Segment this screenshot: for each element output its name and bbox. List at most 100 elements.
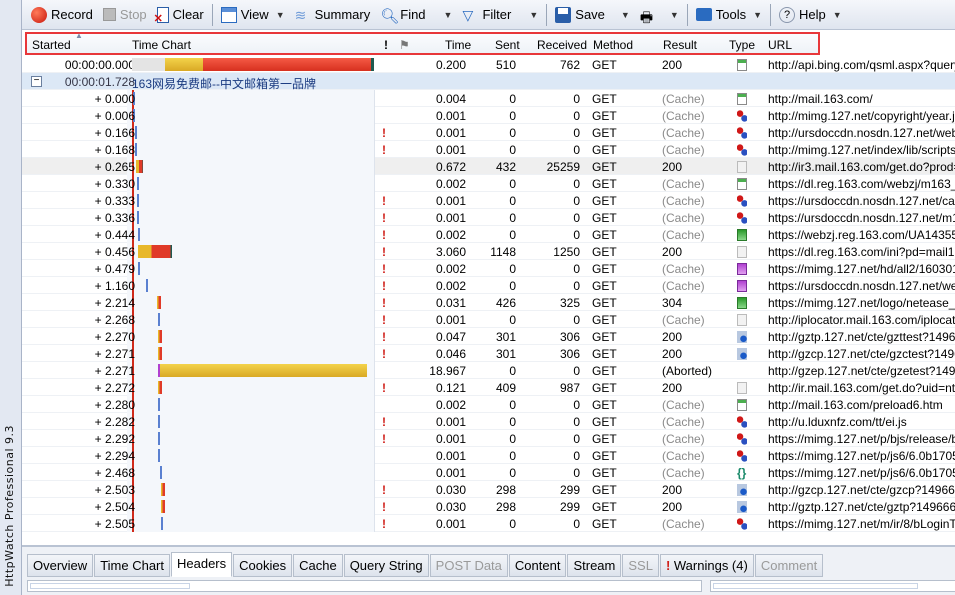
table-row[interactable]: + 0.444 ! 0.002 0 0 GET (Cache) https://… bbox=[22, 226, 955, 243]
warning-icon[interactable]: ! bbox=[382, 296, 386, 310]
col-type[interactable]: Type bbox=[729, 38, 755, 52]
tab-time-chart[interactable]: Time Chart bbox=[94, 554, 170, 577]
table-row[interactable]: + 0.265 0.672 432 25259 GET 200 http://i… bbox=[22, 158, 955, 175]
col-warnings[interactable]: ! bbox=[384, 38, 388, 52]
timing-bar bbox=[158, 449, 161, 462]
tab-stream[interactable]: Stream bbox=[567, 554, 622, 577]
record-button[interactable]: Record bbox=[26, 3, 98, 27]
scroll-thumb[interactable] bbox=[30, 583, 190, 589]
table-row[interactable]: + 0.479 ! 0.002 0 0 GET (Cache) https://… bbox=[22, 260, 955, 277]
tab-cache[interactable]: Cache bbox=[293, 554, 343, 577]
print-menu[interactable]: 🖶 ▼ bbox=[635, 3, 684, 27]
table-row[interactable]: + 2.270 ! 0.047 301 306 GET 200 http://g… bbox=[22, 328, 955, 345]
warning-icon[interactable]: ! bbox=[382, 143, 386, 157]
summary-button[interactable]: ≋ Summary bbox=[290, 3, 376, 27]
table-row[interactable]: + 2.504 ! 0.030 298 299 GET 200 http://g… bbox=[22, 498, 955, 515]
table-row[interactable]: + 2.505 ! 0.001 0 0 GET (Cache) https://… bbox=[22, 515, 955, 532]
bar-receive bbox=[203, 58, 371, 71]
table-row[interactable]: + 0.000 0.004 0 0 GET (Cache) http://mai… bbox=[22, 90, 955, 107]
table-row[interactable]: + 0.456 ! 3.060 1148 1250 GET 200 https:… bbox=[22, 243, 955, 260]
warning-icon[interactable]: ! bbox=[382, 313, 386, 327]
table-row[interactable]: + 2.280 0.002 0 0 GET (Cache) http://mai… bbox=[22, 396, 955, 413]
result-cell: (Cache) bbox=[662, 262, 705, 276]
table-row[interactable]: + 2.268 ! 0.001 0 0 GET (Cache) http://i… bbox=[22, 311, 955, 328]
col-method[interactable]: Method bbox=[593, 38, 633, 52]
warning-icon[interactable]: ! bbox=[382, 245, 386, 259]
time-chart-cell bbox=[127, 345, 375, 362]
tab-comment[interactable]: Comment bbox=[754, 554, 824, 577]
collapse-toggle[interactable]: − bbox=[31, 76, 42, 87]
warning-icon[interactable]: ! bbox=[382, 483, 386, 497]
tab-overview[interactable]: Overview bbox=[27, 554, 94, 577]
warning-icon[interactable]: ! bbox=[382, 500, 386, 514]
tools-menu[interactable]: Tools ▼ bbox=[691, 3, 767, 27]
warning-icon[interactable]: ! bbox=[382, 228, 386, 242]
timing-bar bbox=[157, 381, 162, 394]
table-row[interactable]: 00:00:00.000 0.200 510 762 GET 200 http:… bbox=[22, 56, 955, 73]
warning-icon[interactable]: ! bbox=[382, 126, 386, 140]
clear-button[interactable]: ✕ Clear bbox=[152, 3, 209, 27]
col-started[interactable]: Started bbox=[32, 38, 71, 52]
col-received[interactable]: Received bbox=[537, 38, 587, 52]
table-row[interactable]: + 2.468 0.001 0 0 GET (Cache) {} https:/… bbox=[22, 464, 955, 481]
table-row[interactable]: + 1.160 ! 0.002 0 0 GET (Cache) https://… bbox=[22, 277, 955, 294]
table-row[interactable]: + 0.166 ! 0.001 0 0 GET (Cache) http://u… bbox=[22, 124, 955, 141]
horizontal-scrollbar[interactable] bbox=[710, 580, 955, 592]
stop-button[interactable]: Stop bbox=[98, 3, 152, 27]
method-cell: GET bbox=[592, 398, 617, 412]
table-row[interactable]: + 2.292 ! 0.001 0 0 GET (Cache) https://… bbox=[22, 430, 955, 447]
view-menu[interactable]: View ▼ bbox=[216, 3, 290, 27]
tab-content[interactable]: Content bbox=[508, 554, 567, 577]
url-cell: http://ir.mail.163.com/get.do?uid=nt@ bbox=[768, 381, 955, 395]
warning-icon[interactable]: ! bbox=[382, 517, 386, 531]
time-chart-cell bbox=[127, 447, 375, 464]
find-menu[interactable]: 🔍︎ Find ▼ bbox=[375, 3, 457, 27]
warning-icon[interactable]: ! bbox=[382, 347, 386, 361]
col-sent[interactable]: Sent bbox=[495, 38, 520, 52]
table-row[interactable]: + 0.330 0.002 0 0 GET (Cache) https://dl… bbox=[22, 175, 955, 192]
table-row[interactable]: + 2.214 ! 0.031 426 325 GET 304 https://… bbox=[22, 294, 955, 311]
tab-headers[interactable]: Headers bbox=[171, 552, 233, 577]
table-row[interactable]: + 0.168 ! 0.001 0 0 GET (Cache) http://m… bbox=[22, 141, 955, 158]
table-row[interactable]: + 2.294 0.001 0 0 GET (Cache) https://mi… bbox=[22, 447, 955, 464]
tab-cookies[interactable]: Cookies bbox=[233, 554, 293, 577]
time-cell: 0.001 bbox=[435, 415, 466, 429]
tab-warnings[interactable]: ! Warnings (4) bbox=[659, 554, 754, 577]
sent-cell: 0 bbox=[509, 211, 516, 225]
warning-icon[interactable]: ! bbox=[382, 432, 386, 446]
col-time-chart[interactable]: Time Chart bbox=[132, 38, 191, 52]
timing-bar bbox=[157, 330, 162, 343]
horizontal-scrollbar[interactable] bbox=[27, 580, 702, 592]
warning-icon[interactable]: ! bbox=[382, 381, 386, 395]
tab-post-data[interactable]: POST Data bbox=[429, 554, 508, 577]
table-row[interactable]: + 0.006 0.001 0 0 GET (Cache) http://mim… bbox=[22, 107, 955, 124]
warning-icon[interactable]: ! bbox=[382, 194, 386, 208]
tab-query-string[interactable]: Query String bbox=[343, 554, 429, 577]
time-chart-cell bbox=[127, 464, 375, 481]
warning-icon[interactable]: ! bbox=[382, 330, 386, 344]
table-row[interactable]: + 0.333 ! 0.001 0 0 GET (Cache) https://… bbox=[22, 192, 955, 209]
warning-icon[interactable]: ! bbox=[382, 279, 386, 293]
url-cell: http://mail.163.com/ bbox=[768, 92, 873, 106]
tab-ssl[interactable]: SSL bbox=[622, 554, 659, 577]
warning-icon[interactable]: ! bbox=[382, 211, 386, 225]
save-menu[interactable]: Save ▼ bbox=[550, 3, 635, 27]
filter-menu[interactable]: ▽ Filter ▼ bbox=[457, 3, 543, 27]
table-row[interactable]: + 0.336 ! 0.001 0 0 GET (Cache) https://… bbox=[22, 209, 955, 226]
warning-icon[interactable]: ! bbox=[382, 415, 386, 429]
help-menu[interactable]: ? Help ▼ bbox=[774, 3, 847, 27]
chevron-down-icon: ▼ bbox=[443, 9, 453, 20]
page-group-row[interactable]: − 00:00:01.728 163网易免费邮--中文邮箱第一品牌 bbox=[22, 73, 955, 91]
col-time[interactable]: Time bbox=[445, 38, 471, 52]
col-result[interactable]: Result bbox=[663, 38, 697, 52]
scroll-thumb[interactable] bbox=[713, 583, 918, 589]
col-url[interactable]: URL bbox=[768, 38, 792, 52]
table-row[interactable]: + 2.503 ! 0.030 298 299 GET 200 http://g… bbox=[22, 481, 955, 498]
table-row[interactable]: + 2.271 18.967 0 0 GET (Aborted) http://… bbox=[22, 362, 955, 379]
table-row[interactable]: + 2.271 ! 0.046 301 306 GET 200 http://g… bbox=[22, 345, 955, 362]
started-cell: + 0.479 bbox=[94, 262, 135, 276]
table-row[interactable]: + 2.272 ! 0.121 409 987 GET 200 http://i… bbox=[22, 379, 955, 396]
flag-icon[interactable]: ⚑ bbox=[399, 38, 410, 52]
table-row[interactable]: + 2.282 ! 0.001 0 0 GET (Cache) http://u… bbox=[22, 413, 955, 430]
warning-icon[interactable]: ! bbox=[382, 262, 386, 276]
